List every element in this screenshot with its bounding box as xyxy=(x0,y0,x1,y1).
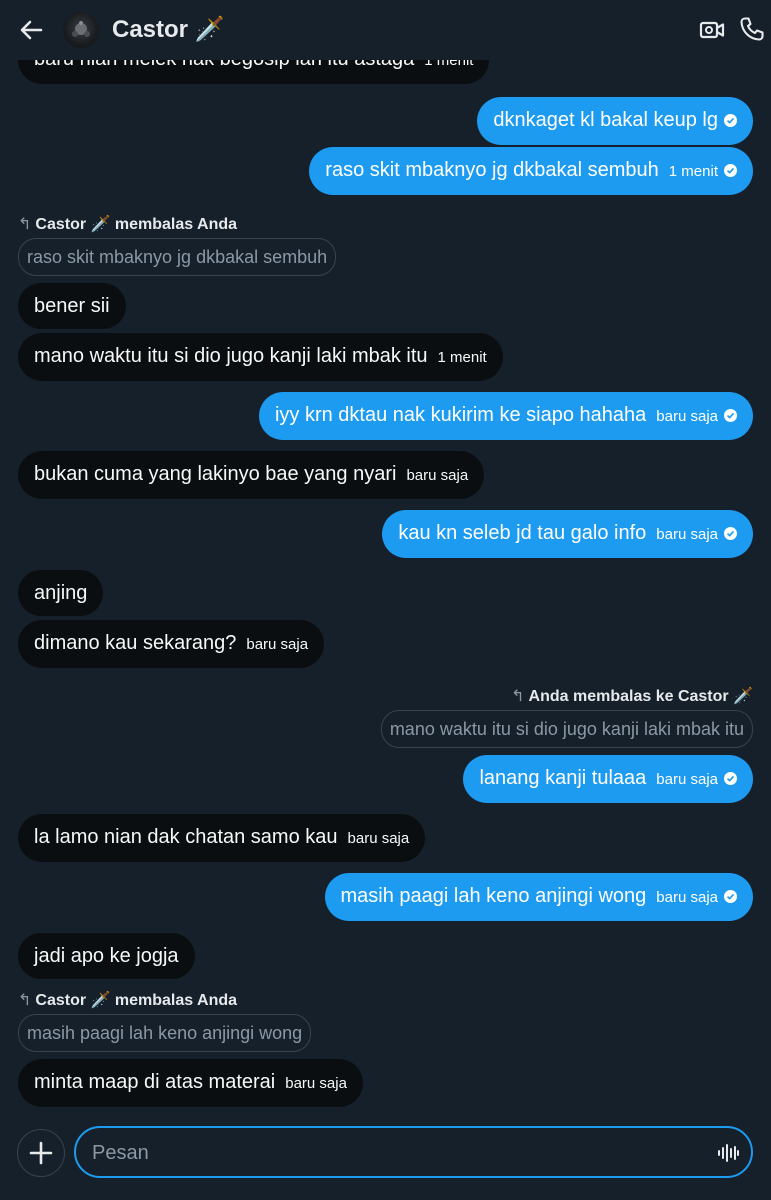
avatar[interactable] xyxy=(63,12,99,48)
message-incoming[interactable]: minta maap di atas materai baru saja xyxy=(18,1059,363,1107)
conversation-header: Castor 🗡️ xyxy=(0,0,771,60)
message-text: bener sii xyxy=(34,295,110,317)
reply-arrow-icon: ↰ xyxy=(511,688,525,705)
message-time: baru saja xyxy=(656,526,718,543)
message-incoming[interactable]: mano waktu itu si dio jugo kanji laki mb… xyxy=(18,333,503,381)
message-incoming[interactable]: anjing xyxy=(18,570,104,616)
video-call-icon xyxy=(699,21,725,39)
message-time: baru saja xyxy=(347,830,410,847)
message-time: 1 menit xyxy=(668,163,718,180)
back-button[interactable] xyxy=(16,14,48,46)
message-incoming[interactable]: bukan cuma yang lakinyo bae yang nyari ba… xyxy=(18,451,485,499)
reply-arrow-icon: ↰ xyxy=(18,216,32,233)
quoted-message[interactable]: masih paagi lah keno anjingi wong xyxy=(18,1014,312,1052)
voice-message-button[interactable] xyxy=(716,1141,740,1165)
message-incoming[interactable]: jadi apo ke jogja xyxy=(18,933,195,979)
message-outgoing[interactable]: masih paagi lah keno anjingi wong baru sa… xyxy=(324,873,753,921)
check-circle-icon xyxy=(724,772,737,785)
conversation-title[interactable]: Castor 🗡️ xyxy=(112,15,225,44)
message-composer[interactable] xyxy=(74,1126,753,1178)
phone-call-button[interactable] xyxy=(738,15,766,43)
message-outgoing[interactable]: dknkaget kl bakal keup lg xyxy=(477,97,753,145)
message-text: dimano kau sekarang? xyxy=(34,632,237,654)
message-text: kau kn seleb jd tau galo info xyxy=(398,522,647,544)
phone-icon xyxy=(740,17,764,41)
quoted-message[interactable]: raso skit mbaknyo jg dkbakal sembuh xyxy=(18,238,337,276)
message-incoming[interactable]: bener sii xyxy=(18,283,126,329)
message-text: dknkaget kl bakal keup lg xyxy=(493,109,718,131)
message-time: baru saja xyxy=(656,771,718,788)
message-time: baru saja xyxy=(285,1075,347,1092)
message-text: la lamo nian dak chatan samo kau xyxy=(34,826,338,848)
message-outgoing[interactable]: raso skit mbaknyo jg dkbakal sembuh 1 men… xyxy=(309,147,753,195)
dm-conversation-screen: baru nian melek nak begosip lah itu asta… xyxy=(0,0,771,1200)
message-text: masih paagi lah keno anjingi wong xyxy=(340,885,647,907)
message-outgoing[interactable]: kau kn seleb jd tau galo info baru saja xyxy=(382,510,753,558)
message-text: anjing xyxy=(34,582,88,604)
message-text: iyy krn dktau nak kukirim ke siapo hahah… xyxy=(274,404,647,426)
check-circle-icon xyxy=(724,409,737,422)
reply-label: ↰ Castor 🗡️ membalas Anda xyxy=(18,216,238,233)
check-circle-icon xyxy=(724,890,737,903)
message-incoming[interactable]: la lamo nian dak chatan samo kau baru saj… xyxy=(18,814,426,862)
message-time: baru saja xyxy=(406,467,469,484)
reply-label: ↰ Anda membalas ke Castor 🗡️ xyxy=(511,688,753,705)
message-text: lanang kanji tulaaa xyxy=(479,767,647,789)
message-input[interactable] xyxy=(92,1140,692,1166)
message-time: baru saja xyxy=(656,408,718,425)
avatar-image xyxy=(72,21,90,37)
quoted-message[interactable]: mano waktu itu si dio jugo kanji laki mb… xyxy=(380,710,753,748)
message-time: baru saja xyxy=(656,889,718,906)
audio-waveform-icon xyxy=(718,1144,739,1162)
add-attachment-button[interactable] xyxy=(17,1129,65,1177)
check-circle-icon xyxy=(724,114,737,127)
check-circle-icon xyxy=(724,527,737,540)
message-text: minta maap di atas materai xyxy=(34,1071,276,1093)
reply-arrow-icon: ↰ xyxy=(18,992,32,1009)
plus-icon xyxy=(29,1141,53,1165)
arrow-left-icon xyxy=(20,20,43,40)
check-circle-icon xyxy=(724,164,737,177)
message-text: bukan cuma yang lakinyo bae yang nyari xyxy=(34,463,397,485)
reply-label: ↰ Castor 🗡️ membalas Anda xyxy=(18,992,238,1009)
message-time: baru saja xyxy=(246,636,309,653)
message-time: 1 menit xyxy=(437,349,487,366)
message-text: jadi apo ke jogja xyxy=(34,945,179,967)
video-call-button[interactable] xyxy=(698,16,726,44)
message-text: mano waktu itu si dio jugo kanji laki mb… xyxy=(34,345,428,367)
message-text: raso skit mbaknyo jg dkbakal sembuh xyxy=(325,159,659,181)
message-outgoing[interactable]: lanang kanji tulaaa baru saja xyxy=(463,755,753,803)
message-incoming[interactable]: dimano kau sekarang? baru saja xyxy=(18,620,325,668)
message-outgoing[interactable]: iyy krn dktau nak kukirim ke siapo hahah… xyxy=(258,392,753,440)
